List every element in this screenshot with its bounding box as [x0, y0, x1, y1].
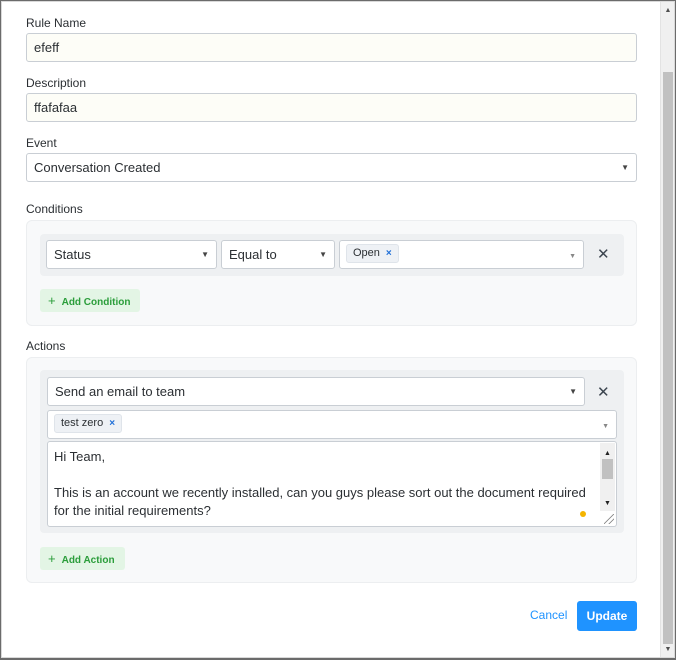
chevron-down-icon[interactable]: ▼	[600, 495, 615, 513]
cancel-button[interactable]: Cancel	[530, 608, 567, 622]
chevron-up-icon[interactable]: ▲	[661, 4, 674, 18]
chevron-down-icon: ▼	[201, 250, 209, 259]
conditions-label: Conditions	[26, 202, 83, 216]
chevron-down-icon: ▼	[319, 250, 327, 259]
tag-remove-icon[interactable]: ×	[386, 248, 392, 259]
rule-name-label: Rule Name	[26, 16, 87, 30]
team-multiselect[interactable]: test zero × ▼	[47, 410, 617, 439]
team-tag-label: test zero	[61, 417, 104, 429]
plus-icon: +	[48, 293, 56, 308]
textarea-scroll-thumb[interactable]	[602, 459, 613, 479]
modal-scrollbar[interactable]: ▲ ▼	[660, 2, 674, 657]
remove-action-close-icon[interactable]: ✕	[597, 385, 610, 401]
chevron-down-icon: ▼	[569, 253, 576, 260]
email-message-textarea[interactable]: Hi Team, This is an account we recently …	[47, 441, 617, 527]
add-action-label: Add Action	[61, 555, 115, 566]
condition-row: Status ▼ Equal to ▼ Open × ▼ ✕	[40, 234, 624, 276]
actions-label: Actions	[26, 339, 66, 353]
resize-handle-icon[interactable]	[604, 514, 614, 524]
condition-attribute-value: Status	[54, 247, 91, 262]
update-button[interactable]: Update	[577, 601, 637, 631]
tag-remove-icon[interactable]: ×	[109, 418, 115, 429]
event-label: Event	[26, 136, 57, 150]
event-select-value: Conversation Created	[34, 160, 161, 175]
description-label: Description	[26, 76, 87, 90]
team-tag: test zero ×	[54, 414, 123, 433]
modal-content: Rule Name efeff Description ffafafaa Eve…	[2, 2, 662, 657]
textarea-scrollbar[interactable]: ▲ ▼	[600, 443, 615, 511]
chevron-down-icon[interactable]: ▼	[661, 643, 674, 657]
condition-value-multiselect[interactable]: Open × ▼	[339, 240, 584, 269]
grammar-dot-icon	[580, 511, 586, 517]
remove-condition-close-icon[interactable]: ✕	[597, 247, 610, 263]
automation-rule-modal: Rule Name efeff Description ffafafaa Eve…	[1, 1, 675, 658]
condition-attribute-select[interactable]: Status ▼	[46, 240, 217, 269]
chevron-down-icon: ▼	[602, 423, 609, 430]
action-type-select[interactable]: Send an email to team ▼	[47, 377, 585, 406]
event-select[interactable]: Conversation Created ▼	[26, 153, 637, 182]
add-action-button[interactable]: + Add Action	[40, 547, 125, 570]
condition-operator-select[interactable]: Equal to ▼	[221, 240, 335, 269]
add-condition-button[interactable]: + Add Condition	[40, 289, 141, 312]
message-line-1: Hi Team,	[54, 449, 106, 464]
description-input[interactable]: ffafafaa	[26, 93, 637, 122]
message-line-2: This is an account we recently installed…	[54, 485, 586, 518]
add-condition-label: Add Condition	[61, 297, 131, 308]
chevron-down-icon: ▼	[569, 387, 577, 396]
rule-name-input[interactable]: efeff	[26, 33, 637, 62]
condition-value-tag-label: Open	[353, 247, 380, 259]
chevron-down-icon: ▼	[621, 163, 629, 172]
condition-value-tag: Open ×	[346, 244, 399, 263]
modal-scroll-thumb[interactable]	[663, 72, 673, 644]
action-type-value: Send an email to team	[55, 384, 186, 399]
condition-operator-value: Equal to	[229, 247, 277, 262]
conditions-panel: Status ▼ Equal to ▼ Open × ▼ ✕ + Add Condi…	[26, 220, 637, 326]
plus-icon: +	[48, 551, 56, 566]
